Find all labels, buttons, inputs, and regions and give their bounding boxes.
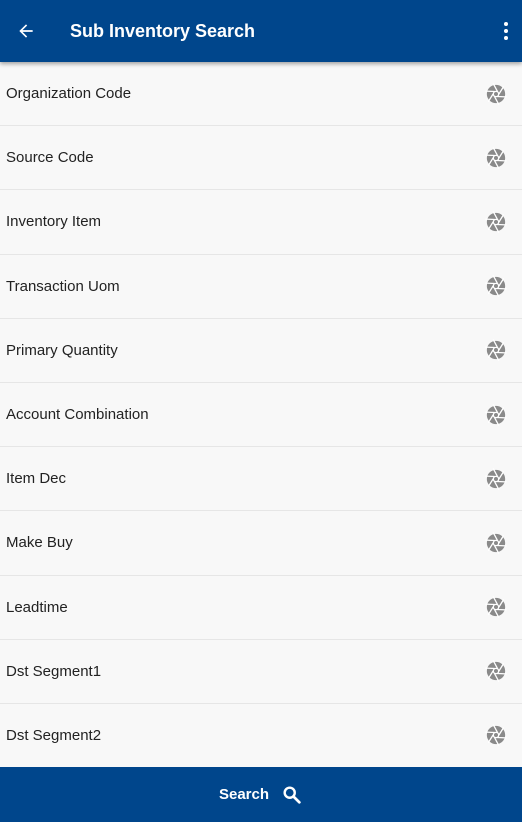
list-item[interactable]: Account Combination: [0, 382, 522, 448]
aperture-icon[interactable]: [485, 467, 507, 490]
field-label: Primary Quantity: [6, 341, 118, 359]
list-item[interactable]: Dst Segment2: [0, 703, 522, 767]
list-item[interactable]: Transaction Uom: [0, 254, 522, 319]
aperture-icon[interactable]: [485, 596, 507, 618]
more-vertical-icon[interactable]: [498, 15, 514, 47]
aperture-icon[interactable]: [485, 660, 507, 683]
list-item[interactable]: Inventory Item: [0, 190, 522, 255]
aperture-icon[interactable]: [485, 82, 507, 105]
field-label: Leadtime: [6, 598, 68, 616]
app-bar: Sub Inventory Search: [0, 0, 522, 62]
aperture-icon[interactable]: [485, 211, 507, 233]
field-label: Dst Segment2: [6, 726, 102, 744]
field-label: Source Code: [6, 149, 94, 167]
aperture-icon[interactable]: [485, 532, 507, 554]
aperture-icon[interactable]: [485, 275, 507, 298]
arrow-left-icon: [19, 24, 33, 38]
field-label: Account Combination: [6, 406, 149, 424]
aperture-icon[interactable]: [485, 339, 507, 362]
field-label: Make Buy: [6, 534, 73, 552]
list-item[interactable]: Source Code: [0, 126, 522, 191]
aperture-icon[interactable]: [485, 146, 507, 169]
field-list: Organization Code Source Code Inventory …: [0, 62, 522, 767]
list-item[interactable]: Make Buy: [0, 511, 522, 576]
field-label: Dst Segment1: [6, 662, 102, 680]
search-button[interactable]: Search: [0, 767, 522, 822]
back-button[interactable]: [0, 0, 52, 62]
aperture-icon[interactable]: [485, 403, 507, 426]
list-item[interactable]: Organization Code: [0, 62, 522, 127]
search-icon: [283, 785, 301, 804]
list-item[interactable]: Primary Quantity: [0, 318, 522, 383]
field-label: Item Dec: [6, 470, 67, 488]
list-item[interactable]: Leadtime: [0, 575, 522, 640]
aperture-icon[interactable]: [485, 724, 507, 747]
field-label: Transaction Uom: [6, 277, 120, 295]
field-label: Inventory Item: [6, 213, 102, 231]
page-title: Sub Inventory Search: [70, 20, 256, 41]
list-item[interactable]: Dst Segment1: [0, 639, 522, 704]
search-button-label: Search: [218, 786, 270, 803]
field-label: Organization Code: [6, 85, 132, 103]
list-item[interactable]: Item Dec: [0, 447, 522, 512]
